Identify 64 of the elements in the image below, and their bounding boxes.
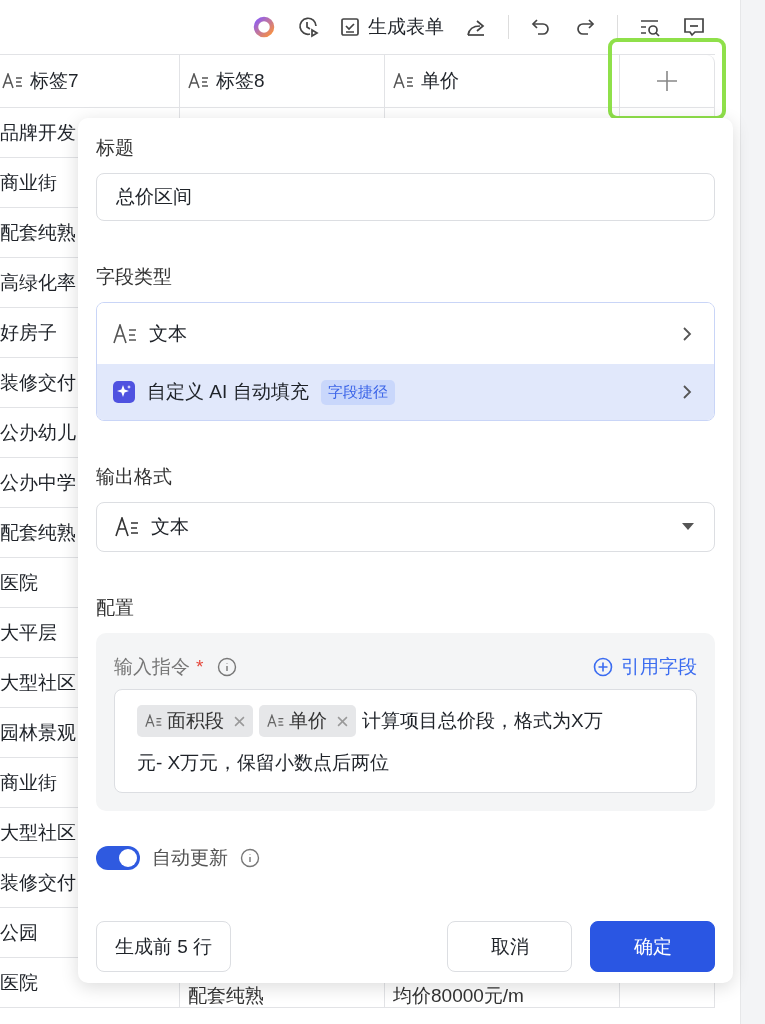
info-icon[interactable] (240, 848, 260, 868)
field-label: 输出格式 (96, 465, 173, 489)
column-header[interactable]: 单价 (385, 55, 620, 107)
column-header[interactable]: 标签8 (180, 55, 385, 107)
text-type-icon (2, 73, 24, 89)
info-icon[interactable] (217, 657, 238, 677)
table-cell-text: 好房子 (0, 320, 57, 345)
table-cell-text: 医院 (0, 570, 38, 595)
comment-icon[interactable] (682, 15, 706, 39)
generate-form-button[interactable]: 生成表单 (340, 14, 444, 40)
field-label: 字段类型 (96, 265, 173, 289)
sparkle-icon (113, 381, 135, 403)
field-label: 标题 (96, 136, 135, 160)
table-cell-text: 医院 (0, 970, 38, 995)
field-type-option[interactable]: 自定义 AI 自动填充 字段捷径 (97, 364, 714, 420)
plus-icon (655, 69, 679, 93)
instruction-input[interactable]: 面积段 单价 计算项目总价段，格式为X万 元- X万元，保留小数点后两位 (114, 689, 697, 793)
instruction-text: 元- X万元，保留小数点后两位 (137, 752, 390, 773)
cancel-button[interactable]: 取消 (447, 921, 572, 972)
confirm-button[interactable]: 确定 (590, 921, 715, 972)
title-input[interactable]: 总价区间 (96, 173, 715, 221)
instruction-label: 输入指令 (114, 655, 190, 679)
output-format-select[interactable]: 文本 (96, 502, 715, 552)
history-icon[interactable] (296, 15, 320, 39)
text-type-icon (145, 714, 163, 728)
chevron-right-icon (682, 384, 692, 400)
table-cell-text: 大型社区 (0, 670, 76, 695)
table-cell-text: 配套纯熟 (0, 520, 76, 545)
chevron-right-icon (682, 325, 692, 342)
table-cell-text: 品牌开发 (0, 120, 76, 145)
table-cell-text: 商业街 (0, 170, 57, 195)
required-mark: * (196, 656, 204, 678)
reference-field-link[interactable]: 引用字段 (593, 654, 697, 680)
shortcut-tag: 字段捷径 (320, 379, 395, 405)
instruction-text: 计算项目总价段，格式为X万 (362, 709, 603, 733)
logo-icon[interactable] (252, 15, 276, 39)
field-token[interactable]: 单价 (259, 705, 356, 737)
caret-icon (682, 523, 694, 531)
text-type-icon (188, 73, 210, 89)
table-cell-text: 商业街 (0, 770, 57, 795)
table-cell-text: 公办幼儿 (0, 420, 76, 445)
text-type-icon (267, 714, 285, 728)
table-cell-text: 园林景观 (0, 720, 76, 745)
table-cell-text: 大平层 (0, 620, 57, 645)
text-type-icon (113, 323, 137, 344)
plus-circle-icon (593, 657, 613, 677)
table-cell-text: 公园 (0, 920, 38, 945)
preview-button[interactable]: 生成前 5 行 (96, 921, 232, 972)
table-cell-text: 高绿化率 (0, 270, 76, 295)
table-cell-text: 配套纯熟 (187, 983, 264, 1008)
text-type-icon (393, 73, 415, 89)
field-token[interactable]: 面积段 (137, 705, 253, 737)
table-cell-text: 大型社区 (0, 820, 76, 845)
field-label: 配置 (96, 596, 135, 620)
column-header[interactable]: 标签7 (0, 55, 180, 107)
table-cell-text: 配套纯熟 (0, 220, 76, 245)
auto-update-label: 自动更新 (152, 846, 228, 870)
table-cell-text: 装修交付 (0, 870, 76, 895)
table-cell-text: 均价80000元/m (392, 983, 524, 1008)
auto-update-toggle[interactable] (96, 846, 140, 870)
table-cell-text: 装修交付 (0, 370, 76, 395)
checkbox-icon (340, 17, 360, 37)
table-cell-text: 公办中学 (0, 470, 76, 495)
text-type-icon (115, 517, 139, 537)
